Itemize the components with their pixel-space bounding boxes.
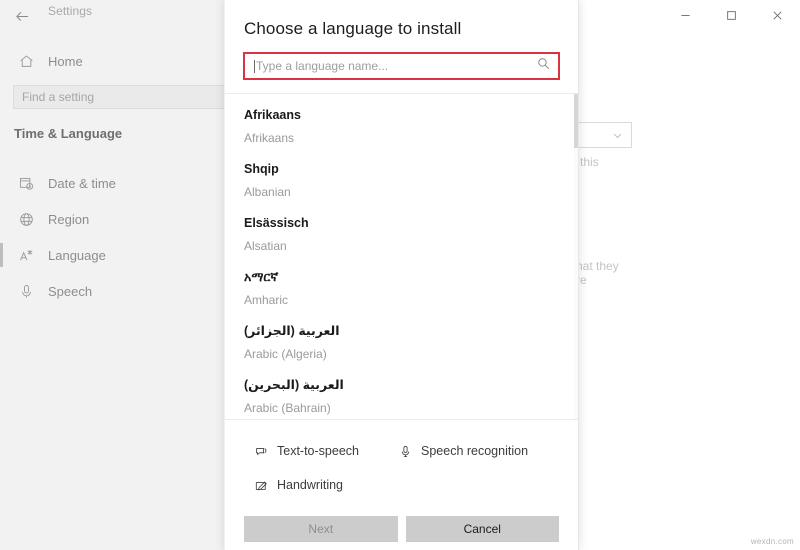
language-english-name: Alsatian [244, 231, 578, 254]
settings-sidebar: Settings Home Find a setting Time & Lang… [0, 0, 225, 550]
handwriting-icon [250, 479, 272, 492]
dialog-title: Choose a language to install [244, 19, 578, 39]
list-item[interactable]: Shqip Albanian [225, 157, 578, 211]
language-english-name: Arabic (Bahrain) [244, 393, 578, 416]
search-icon[interactable] [537, 57, 550, 75]
list-item[interactable]: አማርኛ Amharic [225, 265, 578, 319]
maximize-icon[interactable] [708, 0, 754, 30]
language-search-input[interactable]: Type a language name... [244, 53, 559, 79]
dialog-buttons: Next Cancel [225, 516, 578, 542]
microphone-icon [394, 445, 416, 458]
sidebar-item-date-and-time[interactable]: Date & time [0, 165, 225, 201]
language-native-name: አማርኛ [244, 265, 578, 285]
feature-text-to-speech: Text-to-speech [225, 444, 390, 458]
list-item[interactable]: Afrikaans Afrikaans [225, 103, 578, 157]
window-controls [662, 0, 800, 30]
language-english-name: Amharic [244, 285, 578, 308]
language-list: Afrikaans Afrikaans Shqip Albanian Elsäs… [225, 94, 578, 419]
feature-speech-recognition: Speech recognition [390, 444, 528, 458]
settings-window: Settings Home Find a setting Time & Lang… [0, 0, 800, 550]
language-english-name: Albanian [244, 177, 578, 200]
sidebar-nav-list: Date & time Region [0, 165, 225, 309]
watermark: wexdn.com [751, 537, 794, 546]
language-features: Text-to-speech Speech recognition [225, 420, 578, 502]
sidebar-item-label: Date & time [48, 176, 116, 191]
language-search-placeholder: Type a language name... [256, 59, 388, 73]
chevron-down-icon [612, 130, 623, 141]
scrollbar[interactable] [574, 94, 578, 419]
language-native-name: العربية (الجزائر) [244, 319, 578, 339]
text-caret [254, 60, 255, 73]
find-a-setting-placeholder: Find a setting [22, 90, 94, 104]
feature-row: Handwriting [225, 468, 578, 502]
sidebar-item-language[interactable]: Language [0, 237, 225, 273]
sidebar-item-label: Language [48, 248, 106, 263]
sidebar-item-label: Speech [48, 284, 92, 299]
sidebar-section-title: Time & Language [14, 126, 122, 141]
feature-row: Text-to-speech Speech recognition [225, 434, 578, 468]
feature-handwriting: Handwriting [225, 478, 390, 492]
sidebar-item-home[interactable]: Home [0, 46, 225, 76]
language-english-name: Afrikaans [244, 123, 578, 146]
globe-icon [8, 212, 44, 227]
screen: Settings Home Find a setting Time & Lang… [0, 0, 800, 550]
back-arrow-icon[interactable] [8, 2, 36, 30]
feature-label: Handwriting [277, 478, 343, 492]
find-a-setting-input[interactable]: Find a setting [13, 85, 226, 109]
background-dropdown[interactable] [576, 122, 632, 148]
list-item[interactable]: العربية (الجزائر) Arabic (Algeria) [225, 319, 578, 373]
feature-label: Text-to-speech [277, 444, 359, 458]
sidebar-titlebar: Settings [0, 0, 225, 32]
minimize-icon[interactable] [662, 0, 708, 30]
microphone-icon [8, 284, 44, 299]
language-native-name: العربية (البحرين) [244, 373, 578, 393]
scrollbar-thumb[interactable] [574, 94, 578, 148]
selection-indicator [0, 243, 3, 267]
next-button[interactable]: Next [244, 516, 398, 542]
language-icon [8, 248, 44, 263]
close-icon[interactable] [754, 0, 800, 30]
language-list-scroll-area[interactable]: Afrikaans Afrikaans Shqip Albanian Elsäs… [225, 94, 578, 419]
home-icon [8, 54, 44, 69]
list-item[interactable]: Elsässisch Alsatian [225, 211, 578, 265]
language-native-name: Elsässisch [244, 211, 578, 231]
cancel-button[interactable]: Cancel [406, 516, 560, 542]
list-item[interactable]: العربية (البحرين) Arabic (Bahrain) [225, 373, 578, 419]
choose-language-dialog: Choose a language to install Type a lang… [224, 0, 579, 550]
sidebar-item-home-label: Home [48, 54, 83, 69]
language-native-name: Shqip [244, 157, 578, 177]
feature-label: Speech recognition [421, 444, 528, 458]
background-text-fragment: hat they [576, 259, 619, 273]
background-text-fragment: this [580, 155, 599, 169]
language-native-name: Afrikaans [244, 103, 578, 123]
calendar-clock-icon [8, 176, 44, 191]
language-english-name: Arabic (Algeria) [244, 339, 578, 362]
sidebar-item-label: Region [48, 212, 89, 227]
text-to-speech-icon [250, 445, 272, 458]
app-title: Settings [48, 4, 92, 18]
sidebar-item-region[interactable]: Region [0, 201, 225, 237]
sidebar-item-speech[interactable]: Speech [0, 273, 225, 309]
